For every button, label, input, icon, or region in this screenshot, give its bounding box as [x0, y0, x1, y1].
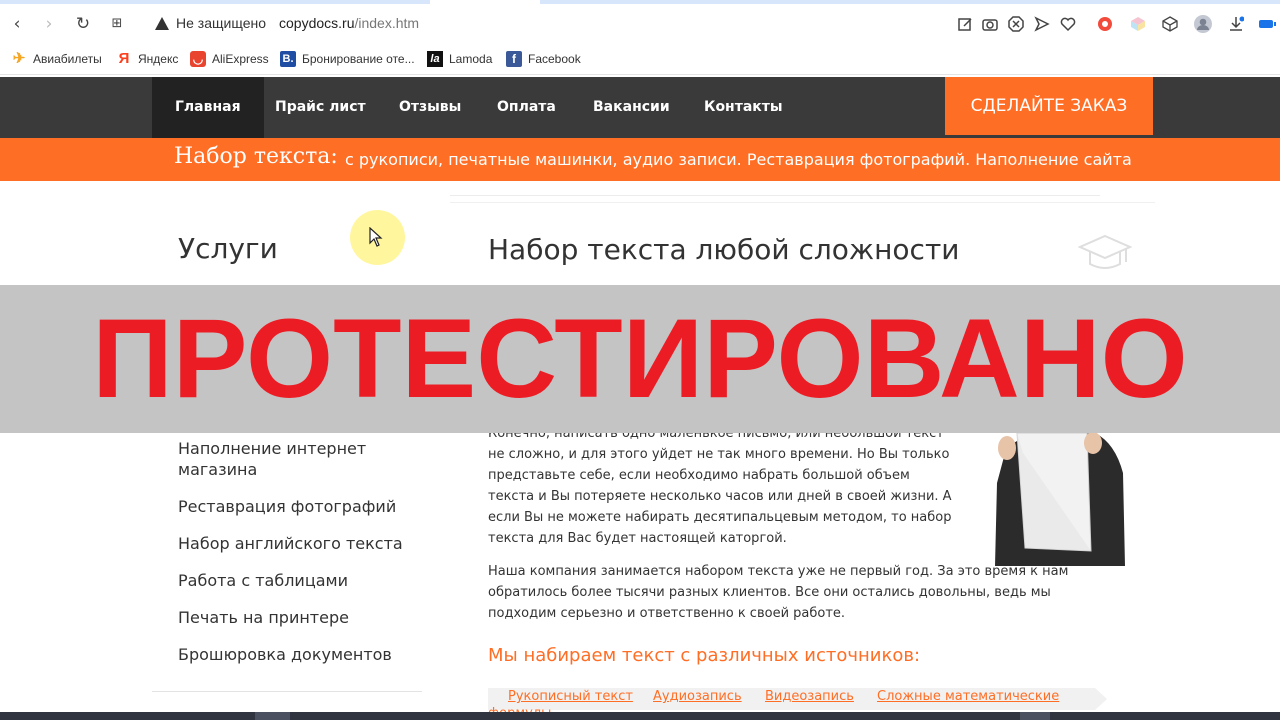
bookmark-label: Facebook [528, 52, 581, 66]
extension-cube-color-icon[interactable] [1130, 16, 1146, 32]
bookmark-label: Бронирование оте... [302, 52, 415, 66]
divider [152, 691, 422, 692]
source-tab-math[interactable]: Сложные математические [877, 689, 1059, 704]
reload-icon[interactable]: ↻ [72, 13, 94, 35]
divider [450, 195, 1100, 196]
block-icon[interactable] [1008, 16, 1024, 32]
bookmark-booking[interactable]: B. Бронирование оте... [280, 51, 415, 67]
nav-item-payment[interactable]: Оплата [474, 77, 579, 138]
url-field[interactable]: copydocs.ru/index.htm [279, 15, 419, 31]
bookmark-label: Яндекс [138, 52, 179, 66]
banner-subtitle: с рукописи, печатные машинки, аудио запи… [345, 150, 1132, 169]
person-holding-paper-image [995, 433, 1127, 566]
source-tab-handwritten[interactable]: Рукописный текст [508, 689, 633, 704]
intro-paragraph: Конечно, написать одно маленькое письмо,… [488, 433, 952, 546]
tested-stamp-overlay: ПРОТЕСТИРОВАНО [0, 285, 1280, 433]
heart-icon[interactable] [1060, 16, 1076, 32]
bookmarks-bar: ✈ Авиабилеты Я Яндекс ◡ AliExpress B. Бр… [0, 43, 1280, 75]
sidebar-title: Услуги [178, 232, 278, 265]
bookmark-label: Lamoda [449, 52, 493, 66]
nav-item-contacts[interactable]: Контакты [681, 77, 806, 138]
back-icon[interactable]: ‹ [6, 13, 28, 35]
battery-icon [1259, 20, 1276, 28]
banner-title: Набор текста: [174, 144, 338, 169]
profile-avatar-icon[interactable] [1194, 15, 1212, 33]
edit-icon[interactable] [957, 16, 973, 32]
source-tab-audio[interactable]: Аудиозапись [653, 689, 742, 704]
not-secure-label[interactable]: Не защищено [176, 15, 266, 31]
taskbar [0, 712, 1280, 720]
nav-item-home[interactable]: Главная [152, 77, 264, 138]
forward-icon[interactable]: › [38, 13, 60, 35]
bookmark-yandex[interactable]: Я Яндекс [116, 50, 179, 67]
mouse-cursor-icon [369, 227, 383, 247]
tabs-arrow-shape [1095, 688, 1107, 710]
yandex-icon: Я [118, 50, 130, 67]
grid-icon[interactable]: ⊞ [106, 13, 128, 35]
site-navigation: Главная Прайс лист Отзывы Оплата Ваканси… [0, 77, 1280, 138]
bookmark-aviabilety[interactable]: ✈ Авиабилеты [11, 51, 102, 67]
nav-item-price[interactable]: Прайс лист [252, 77, 389, 138]
warning-icon [155, 17, 169, 30]
nav-item-vacancies[interactable]: Вакансии [570, 77, 693, 138]
lamoda-icon: la [427, 51, 443, 67]
aliexpress-icon: ◡ [190, 51, 206, 67]
graduation-cap-icon [1078, 234, 1132, 269]
sidebar-item-tables[interactable]: Работа с таблицами [178, 570, 348, 591]
divider [450, 202, 1155, 203]
send-icon[interactable] [1034, 16, 1050, 32]
camera-icon[interactable] [982, 16, 998, 32]
facebook-icon: f [506, 51, 522, 67]
stamp-text: ПРОТЕСТИРОВАНО [92, 296, 1188, 421]
sidebar-item-printing[interactable]: Печать на принтере [178, 607, 349, 628]
services-banner: Набор текста: с рукописи, печатные машин… [0, 138, 1280, 181]
url-host: copydocs.ru [279, 15, 355, 31]
nav-item-reviews[interactable]: Отзывы [376, 77, 484, 138]
page-title: Набор текста любой сложности [488, 233, 960, 266]
url-path: /index.htm [354, 15, 420, 31]
bookmark-label: AliExpress [212, 52, 269, 66]
extension-record-icon[interactable] [1097, 16, 1113, 32]
order-button[interactable]: СДЕЛАЙТЕ ЗАКАЗ [945, 77, 1153, 135]
source-tab-video[interactable]: Видеозапись [765, 689, 854, 704]
booking-icon: B. [280, 51, 296, 67]
bookmark-lamoda[interactable]: la Lamoda [427, 51, 492, 67]
address-bar: ‹ › ↻ ⊞ Не защищено copydocs.ru/index.ht… [0, 5, 1280, 43]
bookmark-facebook[interactable]: f Facebook [506, 51, 581, 67]
company-paragraph: Наша компания занимается набором текста … [488, 564, 1069, 621]
bookmark-label: Авиабилеты [33, 52, 102, 66]
download-icon[interactable] [1228, 16, 1244, 32]
bookmark-aliexpress[interactable]: ◡ AliExpress [190, 51, 269, 67]
plane-icon: ✈ [12, 50, 26, 67]
extension-cube-icon[interactable] [1162, 16, 1178, 32]
sources-heading: Мы набираем текст с различных источников… [488, 645, 921, 666]
sidebar-item-binding[interactable]: Брошюровка документов [178, 644, 392, 665]
